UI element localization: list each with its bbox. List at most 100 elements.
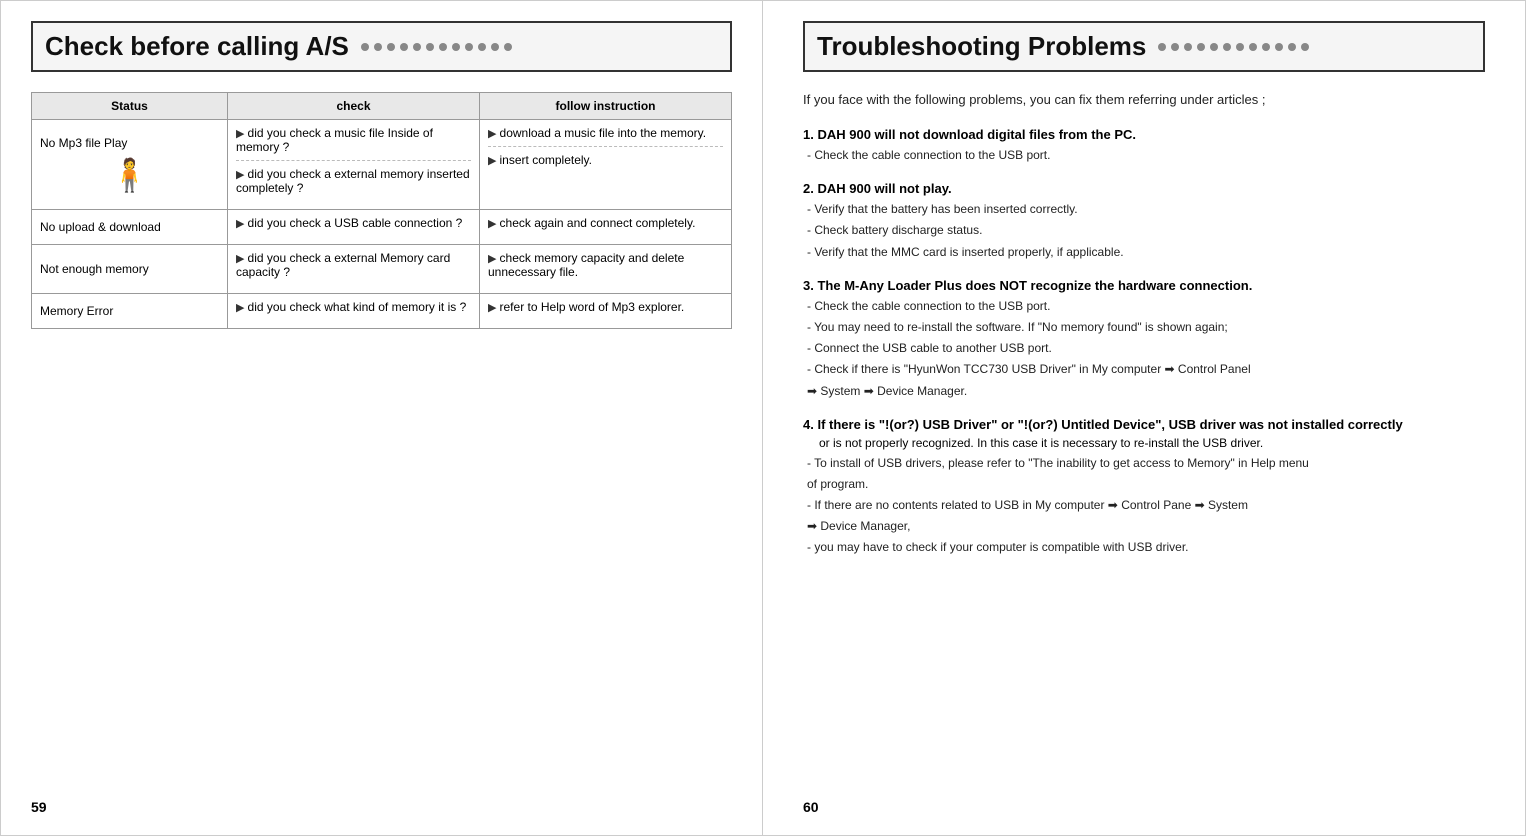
- arrow-icon-f1b: ▶: [488, 155, 500, 167]
- rdot-6: [1223, 43, 1231, 51]
- table-row: No Mp3 file Play 🧍 ▶ did you check a mus…: [32, 120, 732, 210]
- arrow-icon-f2a: ▶: [488, 218, 500, 230]
- problem-3-detail-1: - Check the cable connection to the USB …: [807, 297, 1485, 316]
- problem-3-number: 3.: [803, 278, 817, 293]
- status-cell-2: No upload & download: [32, 210, 228, 245]
- col-check: check: [228, 93, 480, 120]
- col-follow: follow instruction: [480, 93, 732, 120]
- dot-7: [439, 43, 447, 51]
- rdot-8: [1249, 43, 1257, 51]
- problem-2-details: - Verify that the battery has been inser…: [803, 200, 1485, 262]
- follow-item-1b: ▶ insert completely.: [488, 153, 723, 171]
- check-cell-4: ▶ did you check what kind of memory it i…: [228, 294, 480, 329]
- dot-10: [478, 43, 486, 51]
- problem-2-detail-1: - Verify that the battery has been inser…: [807, 200, 1485, 219]
- arrow-icon-3a: ▶: [236, 253, 248, 265]
- dot-8: [452, 43, 460, 51]
- problem-4: 4. If there is "!(or?) USB Driver" or "!…: [803, 417, 1485, 558]
- arrow-icon-2a: ▶: [236, 218, 248, 230]
- right-panel: Troubleshooting Problems If you face wit…: [763, 0, 1526, 836]
- check-cell-1: ▶ did you check a music file Inside of m…: [228, 120, 480, 210]
- dot-6: [426, 43, 434, 51]
- follow-cell-3: ▶ check memory capacity and delete unnec…: [480, 245, 732, 294]
- rdot-10: [1275, 43, 1283, 51]
- arrow-icon-f4a: ▶: [488, 302, 500, 314]
- check-table: Status check follow instruction No Mp3 f…: [31, 92, 732, 329]
- problem-4-detail-3: - If there are no contents related to US…: [807, 496, 1485, 515]
- arrow-icon-4a: ▶: [236, 302, 248, 314]
- check-item-2a: ▶ did you check a USB cable connection ?: [236, 216, 471, 234]
- problem-1-title: 1. DAH 900 will not download digital fil…: [803, 127, 1485, 142]
- left-title: Check before calling A/S: [45, 31, 349, 62]
- problem-3-details: - Check the cable connection to the USB …: [803, 297, 1485, 401]
- problem-4-detail-4: ➡ Device Manager,: [807, 517, 1485, 536]
- person-icon: 🧍: [40, 156, 219, 194]
- problem-4-title: 4. If there is "!(or?) USB Driver" or "!…: [803, 417, 1485, 432]
- problem-1: 1. DAH 900 will not download digital fil…: [803, 127, 1485, 165]
- table-row: Not enough memory ▶ did you check a exte…: [32, 245, 732, 294]
- problem-4-details: - To install of USB drivers, please refe…: [803, 454, 1485, 558]
- rdot-7: [1236, 43, 1244, 51]
- status-label-1: No Mp3 file Play: [40, 136, 219, 150]
- left-page-number: 59: [31, 799, 47, 815]
- dot-9: [465, 43, 473, 51]
- status-label-2: No upload & download: [40, 220, 161, 234]
- problem-3-detail-3: - Connect the USB cable to another USB p…: [807, 339, 1485, 358]
- intro-text: If you face with the following problems,…: [803, 92, 1485, 107]
- left-section-header: Check before calling A/S: [31, 21, 732, 72]
- rdot-9: [1262, 43, 1270, 51]
- follow-cell-4: ▶ refer to Help word of Mp3 explorer.: [480, 294, 732, 329]
- rdot-11: [1288, 43, 1296, 51]
- dot-4: [400, 43, 408, 51]
- follow-item-2a: ▶ check again and connect completely.: [488, 216, 723, 234]
- problem-1-number: 1.: [803, 127, 817, 142]
- follow-item-1a: ▶ download a music file into the memory.: [488, 126, 723, 147]
- dot-5: [413, 43, 421, 51]
- problem-3-detail-5: ➡ System ➡ Device Manager.: [807, 382, 1485, 401]
- rdot-12: [1301, 43, 1309, 51]
- dot-2: [374, 43, 382, 51]
- dot-11: [491, 43, 499, 51]
- status-cell-3: Not enough memory: [32, 245, 228, 294]
- problem-2-detail-3: - Verify that the MMC card is inserted p…: [807, 243, 1485, 262]
- follow-item-4a: ▶ refer to Help word of Mp3 explorer.: [488, 300, 723, 318]
- problem-3-detail-4: - Check if there is "HyunWon TCC730 USB …: [807, 360, 1485, 379]
- status-label-3: Not enough memory: [40, 262, 149, 276]
- col-status: Status: [32, 93, 228, 120]
- right-section-header: Troubleshooting Problems: [803, 21, 1485, 72]
- page: Check before calling A/S Status: [0, 0, 1526, 836]
- check-item-1b: ▶ did you check a external memory insert…: [236, 167, 471, 199]
- rdot-3: [1184, 43, 1192, 51]
- check-cell-3: ▶ did you check a external Memory card c…: [228, 245, 480, 294]
- table-row: Memory Error ▶ did you check what kind o…: [32, 294, 732, 329]
- problem-3-detail-2: - You may need to re-install the softwar…: [807, 318, 1485, 337]
- arrow-icon-f3a: ▶: [488, 253, 500, 265]
- check-item-4a: ▶ did you check what kind of memory it i…: [236, 300, 471, 318]
- status-cell-1: No Mp3 file Play 🧍: [32, 120, 228, 210]
- problem-4-detail-5: - you may have to check if your computer…: [807, 538, 1485, 557]
- right-page-number: 60: [803, 799, 819, 815]
- follow-cell-2: ▶ check again and connect completely.: [480, 210, 732, 245]
- problem-2-number: 2.: [803, 181, 817, 196]
- rdot-4: [1197, 43, 1205, 51]
- status-cell-4: Memory Error: [32, 294, 228, 329]
- check-item-1a: ▶ did you check a music file Inside of m…: [236, 126, 471, 161]
- follow-cell-1: ▶ download a music file into the memory.…: [480, 120, 732, 210]
- problem-4-number: 4.: [803, 417, 817, 432]
- problem-4-detail-2: of program.: [807, 475, 1485, 494]
- right-decorative-dots: [1158, 43, 1309, 51]
- arrow-icon-1a: ▶: [236, 128, 248, 140]
- table-row: No upload & download ▶ did you check a U…: [32, 210, 732, 245]
- status-label-4: Memory Error: [40, 304, 113, 318]
- rdot-5: [1210, 43, 1218, 51]
- rdot-2: [1171, 43, 1179, 51]
- problem-3-title: 3. The M-Any Loader Plus does NOT recogn…: [803, 278, 1485, 293]
- problem-2-detail-2: - Check battery discharge status.: [807, 221, 1485, 240]
- check-cell-2: ▶ did you check a USB cable connection ?: [228, 210, 480, 245]
- follow-item-3a: ▶ check memory capacity and delete unnec…: [488, 251, 723, 283]
- rdot-1: [1158, 43, 1166, 51]
- arrow-icon-1b: ▶: [236, 169, 248, 181]
- problem-2: 2. DAH 900 will not play. - Verify that …: [803, 181, 1485, 262]
- dot-1: [361, 43, 369, 51]
- problem-4-detail-1: - To install of USB drivers, please refe…: [807, 454, 1485, 473]
